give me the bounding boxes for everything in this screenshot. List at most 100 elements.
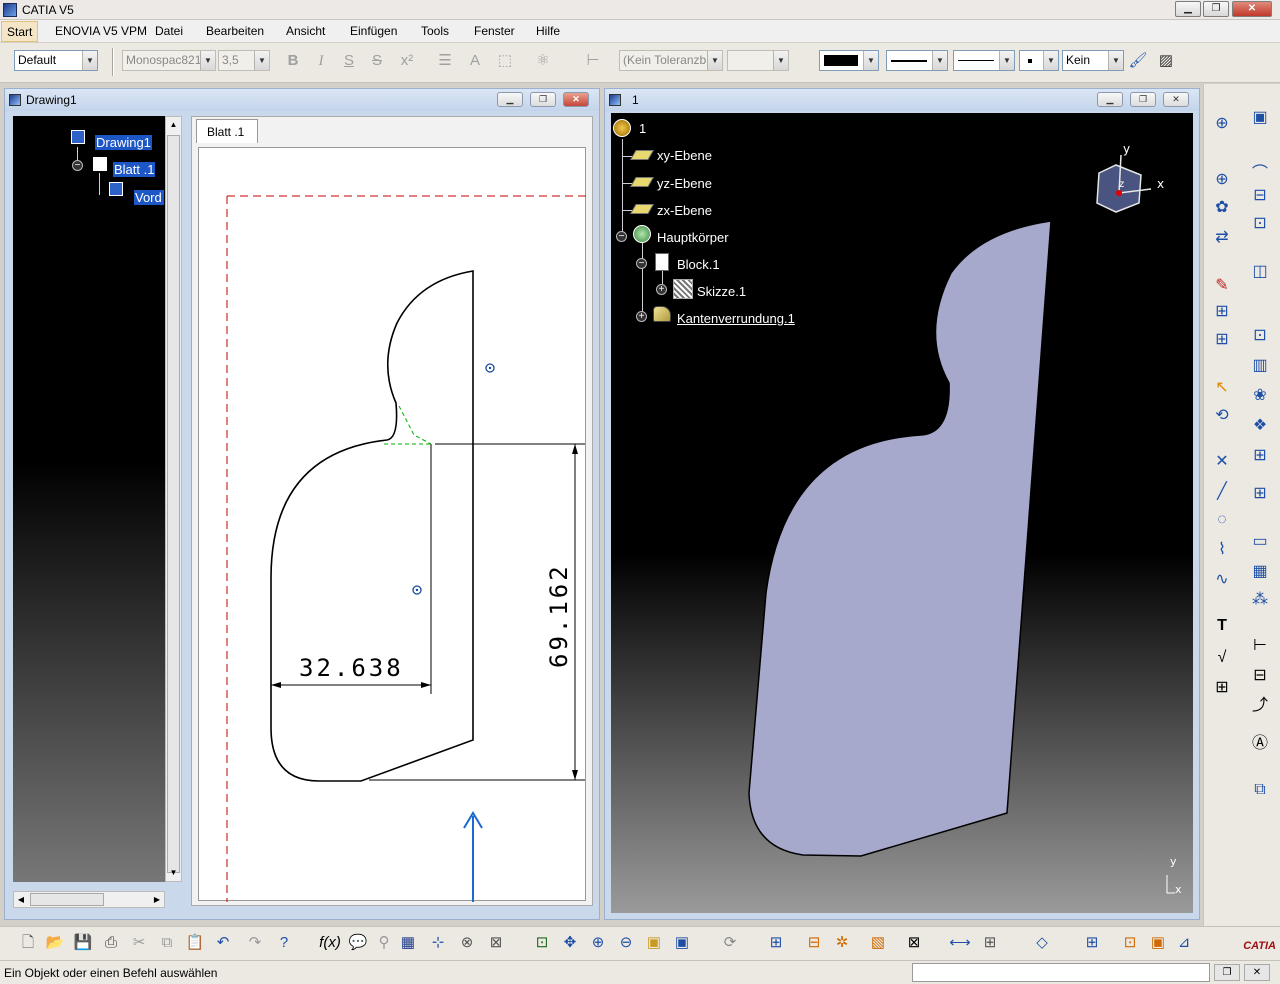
new-view-icon[interactable]: ⊞ [1210,300,1234,324]
tree-item-blatt1[interactable]: Blatt .1 [113,162,156,177]
expand-icon[interactable]: + [636,311,647,322]
broken-view-icon[interactable]: ❀ [1248,384,1272,408]
part-restore-button[interactable]: ❐ [1130,92,1156,107]
text-frame-icon[interactable]: A [464,50,486,72]
comment-icon[interactable]: 💬 [346,932,370,954]
zoom-in-icon[interactable]: ⊕ [586,932,610,954]
restore-button[interactable]: ❐ [1203,1,1229,17]
tree-vertical-scrollbar[interactable]: ▲ ▼ [165,116,182,882]
style-combo[interactable]: Default ▼ [14,50,98,71]
menu-datei[interactable]: Datei [155,24,183,38]
scroll-right-icon[interactable]: ▶ [150,892,164,907]
dimension-analysis-icon[interactable]: ⊿ [1172,932,1196,954]
normal-view-icon[interactable]: ▣ [670,932,694,954]
matrix-icon[interactable]: ▦ [1248,560,1272,584]
text-frame-tool-icon[interactable]: Ⓐ [1248,732,1272,756]
text-box-icon[interactable]: ⬚ [494,50,516,72]
cut-icon[interactable]: ✂ [127,932,151,954]
bold-icon[interactable]: B [282,50,304,72]
tree-item-zx-ebene[interactable]: zx-Ebene [657,203,712,218]
undo-icon[interactable]: ↶ [211,932,235,954]
new-sheet-icon[interactable]: ⊞ [1210,328,1234,352]
color-tool-icon[interactable]: ⊞ [978,932,1002,954]
collapse-icon[interactable]: − [616,231,627,242]
front-view-icon[interactable]: ⊕ [1210,168,1234,192]
view-icon[interactable]: ▣ [1248,106,1272,130]
knowledge-icon[interactable]: ⊗ [455,932,479,954]
sheet-node-icon[interactable] [93,157,107,171]
zoom-area-icon[interactable]: ▣ [642,932,666,954]
format-painter-icon[interactable]: 🖌 [1127,50,1149,72]
menu-tools[interactable]: Tools [421,24,449,38]
pan-icon[interactable]: ✥ [558,932,582,954]
italic-icon[interactable]: I [310,50,332,72]
dimension-icon[interactable]: ⊢ [582,50,604,72]
drawing-close-button[interactable]: ✕ [563,92,589,107]
tree-view-icon[interactable]: ⊹ [426,932,450,954]
symbol-icon[interactable]: ⚛ [532,50,554,72]
tree-item-hauptkoerper[interactable]: Hauptkörper [657,230,729,245]
tree-item-yz-ebene[interactable]: yz-Ebene [657,176,712,191]
intersect-icon[interactable]: ✕ [1210,450,1234,474]
whats-this-icon[interactable]: ? [272,932,296,954]
add-view-icon[interactable]: ⊞ [1248,444,1272,468]
refresh-icon[interactable]: ⟳ [718,932,742,954]
section-view-icon[interactable]: ⊟ [1248,184,1272,208]
point-combo[interactable]: ▼ [1019,50,1059,71]
print-icon[interactable]: ⎙ [99,932,123,954]
drawing-minimize-button[interactable]: ▁ [497,92,523,107]
thickness-combo[interactable]: ▼ [953,50,1015,71]
part-close-button[interactable]: ✕ [1163,92,1189,107]
strikethrough-icon[interactable]: S [366,50,388,72]
tree-item-vord[interactable]: Vord [134,190,164,205]
open-folder-icon[interactable]: 📂 [43,932,67,954]
cutting-plane-icon[interactable]: ▥ [1248,354,1272,378]
close-button[interactable]: ✕ [1232,1,1272,17]
menu-start[interactable]: Start [1,21,39,42]
breakout-icon[interactable]: ❖ [1248,414,1272,438]
lock-icon[interactable]: ⚲ [372,932,396,954]
line-weight-combo[interactable]: Kein ▼ [1062,50,1124,71]
paste-icon[interactable]: 📋 [183,932,207,954]
tree-item-root[interactable]: 1 [639,121,646,136]
drawing-sheet[interactable]: 32.638 69.162 [198,147,587,902]
tree-horizontal-scrollbar[interactable]: ◀ ▶ [13,891,165,908]
font-combo[interactable]: Monospac821 ▼ [122,50,216,71]
spline-icon[interactable]: ∿ [1210,568,1234,592]
profile-icon[interactable]: ⌇ [1210,538,1234,562]
linetype-combo[interactable]: ▼ [886,50,948,71]
font-size-combo[interactable]: 3,5 ▼ [218,50,270,71]
menu-einfuegen[interactable]: Einfügen [350,24,397,38]
menu-ansicht[interactable]: Ansicht [286,24,325,38]
grid-toggle-icon[interactable]: ⊞ [1080,932,1104,954]
tolerance-combo[interactable]: (Kein Toleranzb ▼ [619,50,723,71]
part-minimize-button[interactable]: ▁ [1097,92,1123,107]
rotate-icon[interactable]: ⟲ [1210,404,1234,428]
expand-icon[interactable]: + [656,284,667,295]
drawing-restore-button[interactable]: ❐ [530,92,556,107]
parameters-icon[interactable]: ⊠ [484,932,508,954]
hatch-icon[interactable]: ▨ [1155,50,1177,72]
filter-icon[interactable]: ▧ [866,932,890,954]
dimension-chain-icon[interactable]: ⊟ [1248,664,1272,688]
layer-icon[interactable]: ◇ [1030,932,1054,954]
snap-point-icon[interactable]: ⊡ [1118,932,1142,954]
menu-hilfe[interactable]: Hilfe [536,24,560,38]
tree-item-xy-ebene[interactable]: xy-Ebene [657,148,712,163]
save-icon[interactable]: 💾 [71,932,95,954]
circle-tool-icon[interactable]: ◌ [1210,508,1234,532]
wizard-icon[interactable]: ✎ [1210,274,1234,298]
tab-blatt1[interactable]: Blatt .1 [196,119,258,143]
underline-icon[interactable]: S [338,50,360,72]
scroll-up-icon[interactable]: ▲ [166,117,181,133]
scroll-down-icon[interactable]: ▼ [166,865,181,881]
menu-fenster[interactable]: Fenster [474,24,515,38]
color-combo[interactable]: ▼ [819,50,879,71]
dimension-system-icon[interactable]: ⟷ [948,932,972,954]
drawing-node-icon[interactable] [71,130,85,144]
fit-all-icon[interactable]: ⊡ [530,932,554,954]
analysis-icon[interactable]: ⊟ [802,932,826,954]
new-document-icon[interactable]: 🗋 [16,932,40,954]
scroll-thumb[interactable] [30,893,104,906]
detail-view-icon[interactable]: ⊡ [1248,212,1272,236]
